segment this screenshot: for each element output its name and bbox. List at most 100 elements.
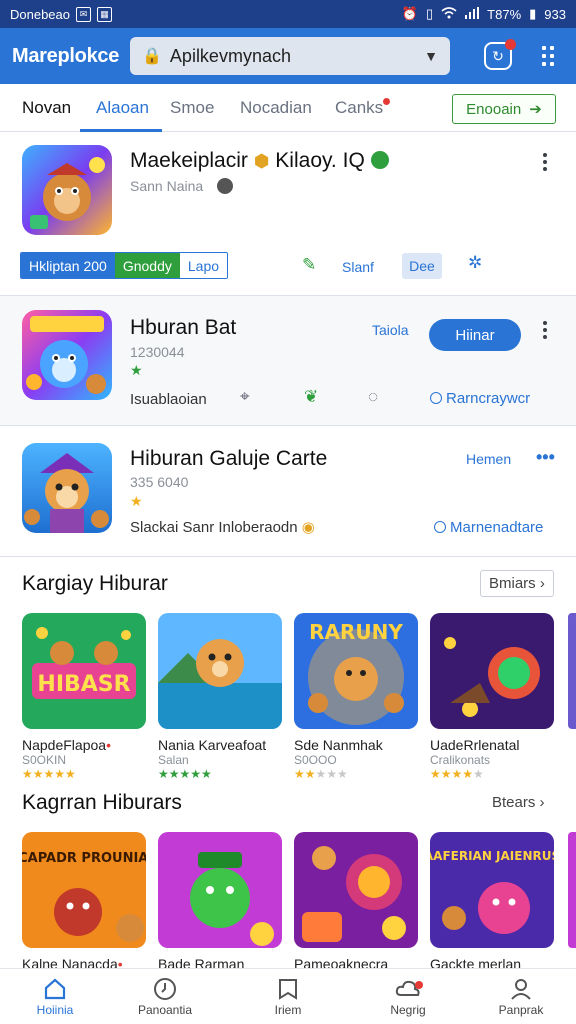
taiola-link[interactable]: Taiola bbox=[372, 322, 409, 338]
section-more-button[interactable]: Btears › bbox=[484, 790, 553, 815]
chevron-down-icon[interactable]: ▼ bbox=[424, 48, 438, 64]
tile-rating: ★★★★★ bbox=[22, 767, 76, 781]
hiinar-button[interactable]: Hiinar bbox=[429, 319, 521, 351]
tile-rating: ★★★★★ bbox=[430, 767, 484, 781]
hiburan-galuje-icon[interactable] bbox=[22, 443, 112, 533]
nav-label: Panoantia bbox=[137, 1003, 193, 1017]
chip-lapo[interactable]: Lapo bbox=[179, 253, 228, 278]
tab-bar: Novan Alaoan Smoe Nocadian Canks Enooain… bbox=[0, 84, 576, 132]
pencil-icon[interactable]: ✎ bbox=[302, 255, 316, 275]
book-icon bbox=[243, 977, 333, 1003]
tab-nocadian[interactable]: Nocadian bbox=[240, 98, 312, 118]
app-tile-row: SCAPADR PROUNIAN Kalne Nanacda• Bade Rar… bbox=[22, 832, 554, 972]
rarncraywcr-label: Rarncraywcr bbox=[446, 390, 531, 407]
arrow-right-icon: ➔ bbox=[529, 101, 542, 118]
leaf-icon[interactable]: ❦ bbox=[304, 387, 318, 407]
cloud-icon bbox=[363, 977, 453, 1003]
tab-canks[interactable]: Canks bbox=[335, 98, 391, 118]
featured-chip-group: Hkliptan 200 Gnoddy Lapo bbox=[20, 252, 229, 279]
featured-title-tail: Kilaoy. IQ bbox=[275, 149, 365, 172]
lock-icon: 🔒 bbox=[142, 48, 162, 65]
enooain-button[interactable]: Enooain ➔ bbox=[452, 94, 556, 124]
hburan-bat-title[interactable]: Hburan Bat bbox=[130, 316, 236, 340]
circle-icon bbox=[430, 392, 442, 404]
app-tile[interactable]: SCAPADR PROUNIAN Kalne Nanacda• bbox=[22, 832, 146, 972]
section-more-button[interactable]: Bmiars › bbox=[480, 570, 554, 597]
tile-meta: Cralikonats bbox=[430, 753, 491, 767]
nav-home[interactable]: Hoiinia bbox=[10, 977, 100, 1017]
app-tile[interactable]: AAFERIAN JAIENRUS Gackte merlan bbox=[430, 832, 554, 972]
more-options-icon[interactable] bbox=[543, 321, 547, 339]
chat-icon[interactable]: ◌ bbox=[368, 387, 378, 407]
enooain-label: Enooain bbox=[466, 100, 522, 118]
featured-subtitle: Sann Naina bbox=[130, 178, 234, 194]
chip-gnoddy[interactable]: Gnoddy bbox=[114, 253, 180, 278]
refresh-icon: ↻ bbox=[492, 47, 504, 64]
circle-icon bbox=[434, 521, 446, 533]
tile-name: NapdeFlapoa• bbox=[22, 737, 111, 753]
clock-icon bbox=[120, 977, 210, 1003]
alarm-icon: ⏰ bbox=[401, 6, 419, 21]
tile-name: Sde Nanmhak bbox=[294, 737, 383, 753]
section-title: Kagrran Hiburars bbox=[22, 791, 182, 814]
marnenadtare-label: Marnenadtare bbox=[450, 519, 544, 536]
notifications-button[interactable]: ↻ bbox=[484, 39, 516, 70]
chevron-right-icon: › bbox=[539, 794, 545, 811]
slanf-link[interactable]: Slanf bbox=[342, 259, 374, 275]
hburan-bat-icon[interactable] bbox=[22, 310, 112, 400]
bottom-nav: Hoiinia Panoantia Iriem Negrig Panprak bbox=[0, 968, 576, 1024]
status-time: 933 bbox=[544, 6, 566, 22]
app-tile[interactable]: Bade Rarman bbox=[158, 832, 282, 972]
wifi-icon bbox=[441, 6, 457, 22]
section-title: Kargiay Hiburar bbox=[22, 572, 168, 595]
settings-icon[interactable]: ✲ bbox=[468, 253, 482, 273]
featured-app-icon[interactable] bbox=[22, 145, 112, 235]
more-options-icon[interactable] bbox=[543, 153, 547, 171]
nav-negrig[interactable]: Negrig bbox=[363, 977, 453, 1017]
app-brand[interactable]: Mareplokce bbox=[12, 45, 130, 68]
pin-icon[interactable]: ⌖ bbox=[240, 387, 250, 407]
person-icon bbox=[476, 977, 566, 1003]
item3-foot-label: Slackai Sanr Inloberaodn ◉ bbox=[130, 518, 315, 536]
chip-hkliptan[interactable]: Hkliptan 200 bbox=[21, 253, 115, 278]
nav-panoantia[interactable]: Panoantia bbox=[120, 977, 210, 1017]
apps-menu-icon[interactable] bbox=[542, 46, 554, 66]
app-list-item[interactable]: Hburan Bat 1230044 ★ Taiola Hiinar Isuab… bbox=[0, 296, 576, 426]
app-tile[interactable]: Nania Karveafoat Salan ★★★★★ bbox=[158, 613, 282, 781]
app-tile[interactable]: Pameoaknecra bbox=[294, 832, 418, 972]
rarncraywcr-link[interactable]: Rarncraywcr bbox=[430, 390, 530, 407]
featured-app-card[interactable]: Maekeiplacir ⬢ Kilaoy. IQ Sann Naina Hkl… bbox=[0, 133, 576, 296]
status-bar: Donebeao ✉ ▦ ⏰ ▯ T87% ▮ 933 bbox=[0, 0, 576, 28]
featured-title-text: Maekeiplacir bbox=[130, 149, 248, 172]
more-horizontal-icon[interactable]: ••• bbox=[536, 447, 555, 468]
tab-novan[interactable]: Novan bbox=[22, 98, 71, 118]
app-bar: Mareplokce 🔒 Apilkevmynach ▼ ↻ bbox=[0, 28, 576, 84]
hiburan-galuje-title[interactable]: Hiburan Galuje Carte bbox=[130, 447, 327, 471]
app-tile[interactable]: RARUNY Sde Nanmhak S0OOO ★★★★★ bbox=[294, 613, 418, 781]
app-tile[interactable]: HIBASR NapdeFlapoa• S0OKIN ★★★★★ bbox=[22, 613, 146, 781]
search-input[interactable]: 🔒 Apilkevmynach ▼ bbox=[130, 37, 450, 75]
tab-canks-label: Canks bbox=[335, 98, 384, 117]
tab-smoe[interactable]: Smoe bbox=[170, 98, 214, 118]
battery-icon: ▮ bbox=[529, 6, 537, 21]
tab-alaoan[interactable]: Alaoan bbox=[96, 98, 149, 118]
isuablaoian-label: Isuablaoian bbox=[130, 391, 207, 408]
tile-art: SCAPADR PROUNIAN bbox=[22, 832, 146, 948]
tile-art bbox=[430, 613, 554, 729]
dee-toggle[interactable]: Dee bbox=[402, 253, 442, 279]
featured-title[interactable]: Maekeiplacir ⬢ Kilaoy. IQ bbox=[130, 149, 389, 173]
tile-art bbox=[158, 832, 282, 948]
marnenadtare-link[interactable]: Marnenadtare bbox=[434, 519, 543, 536]
app-tile[interactable]: UadeRrlenatal Cralikonats ★★★★★ bbox=[430, 613, 554, 781]
app-list-item[interactable]: Hiburan Galuje Carte 335 6040 ★ Hemen ••… bbox=[0, 427, 576, 557]
hburan-bat-meta: 1230044 bbox=[130, 344, 185, 360]
section-more-label: Bmiars bbox=[489, 575, 536, 592]
chevron-right-icon: › bbox=[539, 575, 545, 592]
app-tile-row: HIBASR NapdeFlapoa• S0OKIN ★★★★★ Nania K… bbox=[22, 613, 554, 781]
notification-badge bbox=[505, 39, 516, 50]
hemen-link[interactable]: Hemen bbox=[466, 451, 511, 467]
nav-iriem[interactable]: Iriem bbox=[243, 977, 333, 1017]
featured-subtitle-text: Sann Naina bbox=[130, 178, 204, 194]
nav-panprak[interactable]: Panprak bbox=[476, 977, 566, 1017]
tile-art: AAFERIAN JAIENRUS bbox=[430, 832, 554, 948]
